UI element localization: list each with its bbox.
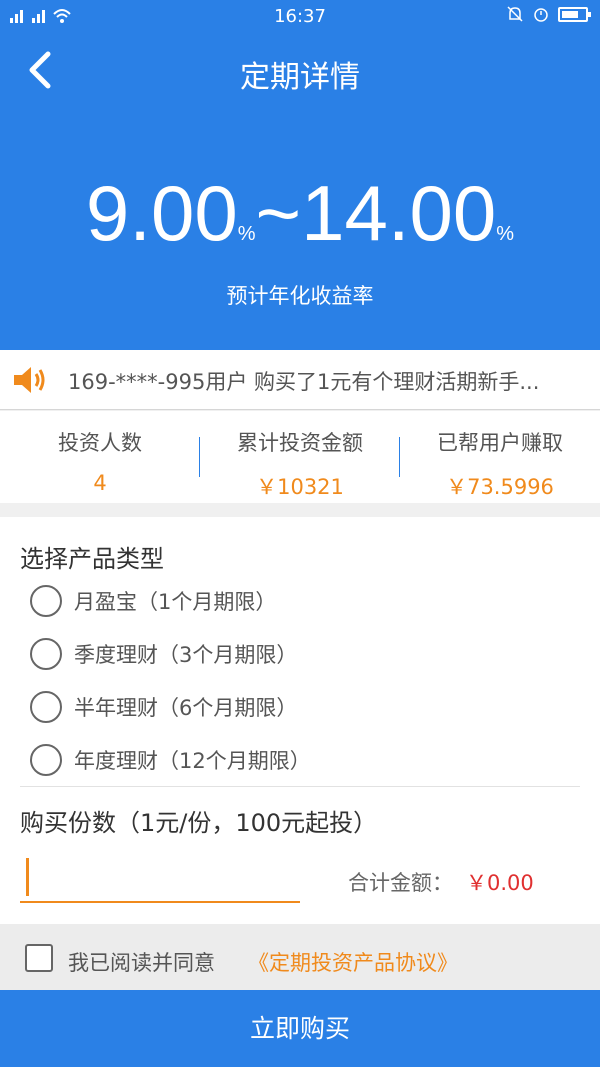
- rate-separator: ~: [255, 169, 302, 257]
- speaker-icon: [14, 367, 45, 393]
- radio-button[interactable]: [30, 638, 62, 670]
- product-option-halfyear[interactable]: 半年理财（6个月期限）: [30, 691, 297, 723]
- agreement-link[interactable]: 《定期投资产品协议》: [248, 947, 458, 977]
- rate-high: 14.00: [301, 169, 497, 257]
- stat-label: 已帮用户赚取: [437, 431, 563, 455]
- option-label: 季度理财（3个月期限）: [74, 643, 298, 667]
- agreement-row: 我已阅读并同意 《定期投资产品协议》: [0, 924, 600, 990]
- agree-checkbox[interactable]: [25, 944, 53, 972]
- page-title: 定期详情: [240, 60, 360, 95]
- stat-label: 投资人数: [58, 431, 142, 455]
- stat-label: 累计投资金额: [237, 431, 363, 455]
- rate-label: 预计年化收益率: [226, 284, 374, 308]
- purchase-notice: 169-****-995用户 购买了1元有个理财活期新手...: [0, 350, 600, 410]
- rate-high-percent: %: [496, 223, 515, 245]
- quantity-input[interactable]: [20, 853, 300, 903]
- buy-now-button[interactable]: 立即购买: [0, 990, 600, 1067]
- status-bar: 16:37: [0, 0, 600, 32]
- total-label: 合计金额：: [348, 871, 453, 895]
- text-cursor: [26, 858, 29, 896]
- stat-value: ￥73.5996: [446, 475, 554, 499]
- rate-low-percent: %: [237, 223, 256, 245]
- battery-icon: [558, 6, 591, 22]
- option-label: 年度理财（12个月期限）: [74, 749, 311, 773]
- product-option-yearly[interactable]: 年度理财（12个月期限）: [30, 744, 311, 776]
- notice-text: 169-****-995用户 购买了1元有个理财活期新手...: [68, 370, 540, 394]
- status-right: [506, 5, 591, 23]
- purchase-form: 选择产品类型 月盈宝（1个月期限） 季度理财（3个月期限） 半年理财（6个月期限…: [0, 517, 600, 924]
- option-label: 半年理财（6个月期限）: [74, 696, 298, 720]
- radio-button[interactable]: [30, 691, 62, 723]
- radio-button[interactable]: [30, 744, 62, 776]
- alarm-off-icon: [507, 6, 523, 22]
- stat-investors: 投资人数 4: [0, 411, 200, 503]
- rate-low: 9.00: [85, 169, 238, 257]
- option-label: 月盈宝（1个月期限）: [74, 590, 277, 614]
- alarm-icon: [534, 8, 548, 22]
- product-option-monthly[interactable]: 月盈宝（1个月期限）: [30, 585, 276, 617]
- rate-range: 9.00%~14.00%: [0, 168, 600, 259]
- header: 16:37 定期详情 9.00%~14.00% 预计年化收益率: [0, 0, 600, 350]
- agreement-text: 我已阅读并同意: [68, 951, 215, 975]
- quantity-title: 购买份数（1元/份，100元起投）: [20, 809, 378, 837]
- stats-bar: 投资人数 4 累计投资金额 ￥10321 已帮用户赚取 ￥73.5996: [0, 411, 600, 503]
- radio-button[interactable]: [30, 585, 62, 617]
- product-option-quarterly[interactable]: 季度理财（3个月期限）: [30, 638, 297, 670]
- divider: [20, 786, 580, 787]
- stat-value: 4: [93, 471, 107, 495]
- product-type-title: 选择产品类型: [20, 545, 164, 573]
- stat-earned: 已帮用户赚取 ￥73.5996: [400, 411, 600, 503]
- stat-value: ￥10321: [256, 475, 344, 499]
- stat-total-invested: 累计投资金额 ￥10321: [200, 411, 400, 503]
- total-value: ￥0.00: [466, 871, 534, 895]
